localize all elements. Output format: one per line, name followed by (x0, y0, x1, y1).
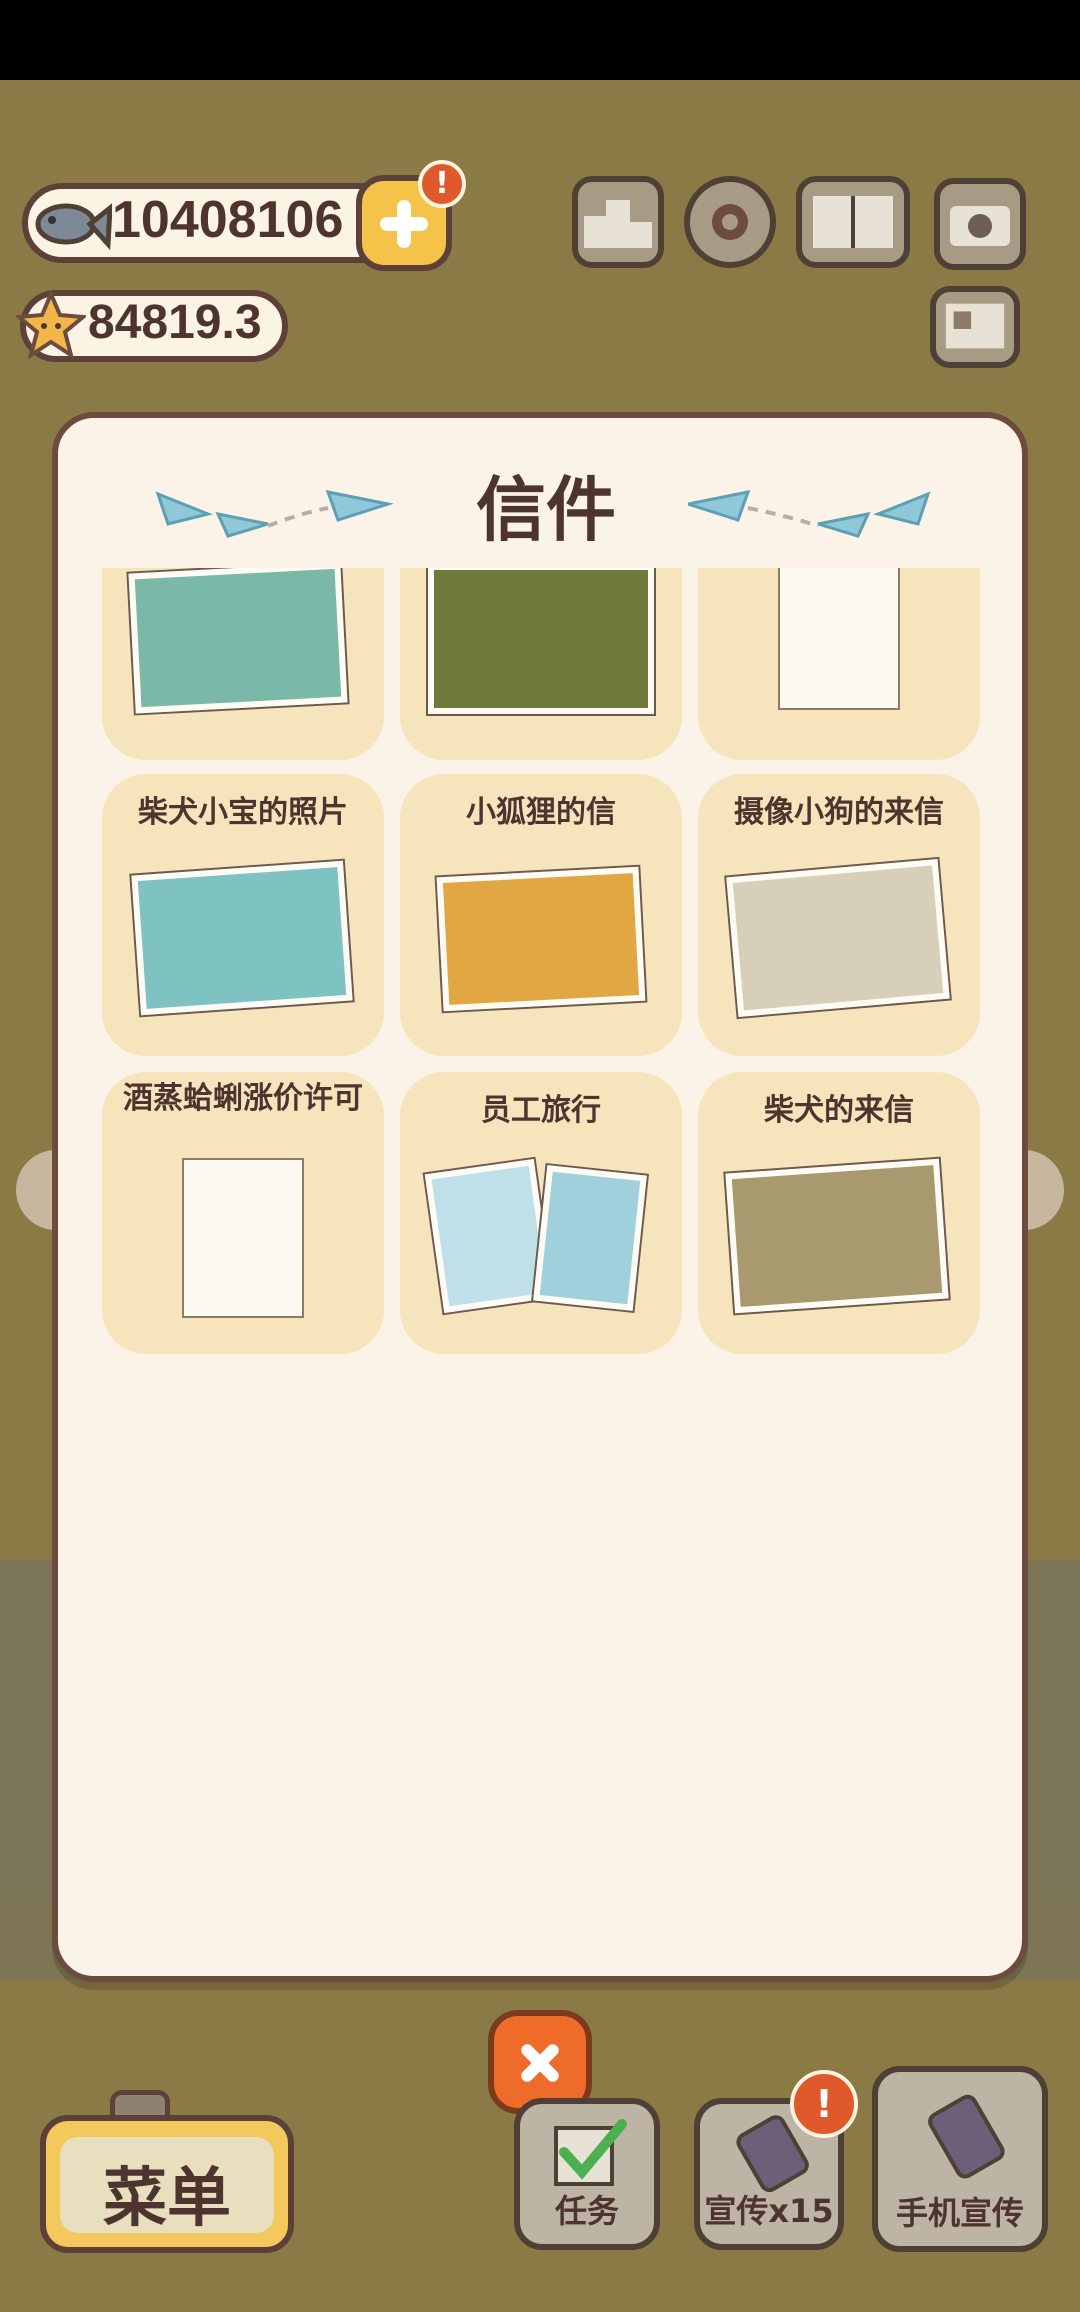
star-amount: 84819.3 (88, 296, 262, 349)
alert-badge: ! (418, 160, 466, 208)
phone-icon (928, 2094, 1005, 2179)
letter-card-fox[interactable]: 小狐狸的信 (400, 774, 682, 1056)
camera-icon (950, 206, 1010, 246)
newspaper-icon (945, 303, 1005, 349)
letter-photo (725, 1158, 949, 1314)
letter-photo (533, 1165, 647, 1311)
letter-title: 员工旅行 (481, 1093, 601, 1128)
letter-photo (436, 866, 646, 1012)
letter-photo (428, 568, 654, 714)
fish-amount: 10408106 (112, 191, 344, 249)
letter-paper-image (182, 1158, 304, 1318)
letter-card[interactable] (400, 568, 682, 760)
paw-book-icon (813, 196, 893, 248)
task-label: 任务 (554, 2192, 619, 2230)
menu-button[interactable]: 菜单 (40, 2115, 294, 2253)
letter-title: 小狐狸的信 (466, 795, 616, 830)
podium-icon (584, 200, 652, 248)
star-icon (16, 290, 86, 360)
letter-paper-image (778, 568, 900, 710)
task-button[interactable]: 任务 (514, 2098, 660, 2250)
letter-photo (726, 859, 950, 1017)
letter-card-staff-trip[interactable]: 员工旅行 (400, 1072, 682, 1354)
album-button[interactable] (796, 176, 910, 268)
letter-title: 摄像小狗的来信 (734, 795, 944, 830)
gear-icon (712, 204, 748, 240)
letter-card-shiba-photo[interactable]: 柴犬小宝的照片 (102, 774, 384, 1056)
ranking-button[interactable] (572, 176, 664, 268)
letter-card-clam-price[interactable]: 酒蒸蛤蜊涨价许可 (102, 1072, 384, 1354)
letter-title: 酒蒸蛤蜊涨价许可 (123, 1081, 363, 1116)
letter-photo (128, 568, 348, 714)
letter-title: 柴犬小宝的照片 (138, 795, 348, 830)
promo-alert-badge: ! (790, 2070, 858, 2138)
letter-photo (131, 860, 353, 1016)
camera-button[interactable] (934, 178, 1026, 270)
phone-promo-button[interactable]: 手机宣传 (872, 2066, 1048, 2252)
fish-icon (35, 203, 112, 251)
letters-panel: 信件 柴犬小宝的照片 小狐狸的信 摄像小狗的来信 酒蒸蛤蜊涨价许可 员工旅行 柴… (52, 412, 1028, 1982)
letters-grid: 柴犬小宝的照片 小狐狸的信 摄像小狗的来信 酒蒸蛤蜊涨价许可 员工旅行 柴犬的来… (102, 568, 990, 1948)
phone-promo-label: 手机宣传 (895, 2194, 1024, 2232)
letter-card[interactable] (698, 568, 980, 760)
letter-card[interactable] (102, 568, 384, 760)
status-bar (0, 0, 1080, 80)
settings-button[interactable] (684, 176, 776, 268)
news-button[interactable] (930, 286, 1020, 368)
menu-label: 菜单 (103, 2162, 231, 2236)
letter-card-shiba-letter[interactable]: 柴犬的来信 (698, 1072, 980, 1354)
promo-label: 宣传x15 (704, 2192, 834, 2230)
letter-card-camera-dog[interactable]: 摄像小狗的来信 (698, 774, 980, 1056)
modal-title: 信件 (476, 469, 616, 551)
letter-title: 柴犬的来信 (764, 1093, 914, 1128)
